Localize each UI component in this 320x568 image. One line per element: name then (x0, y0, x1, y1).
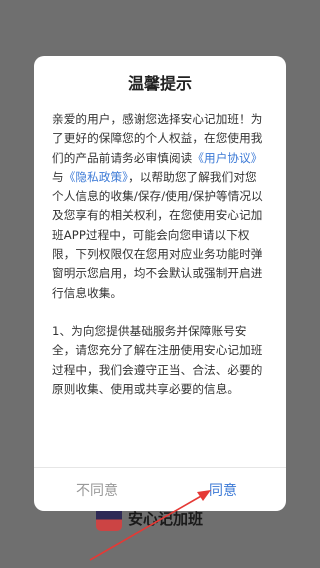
privacy-policy-link[interactable]: 《隐私政策》 (64, 170, 128, 184)
dialog-footer: 不同意 同意 (34, 467, 286, 511)
dialog-title: 温馨提示 (127, 74, 192, 93)
dialog-body: 亲爱的用户，感谢您选择安心记加班！为了更好的保障您的个人权益，在您使用我们的产品… (52, 110, 268, 418)
paragraph-1-text-b: 与 (52, 169, 64, 184)
agree-button[interactable]: 同意 (160, 468, 286, 511)
paragraph-1-text-c: ，以帮助您了解我们对您个人信息的收集/保存/使用/保护等情况以及您享有的相关权利… (52, 169, 263, 300)
dialog-paragraph-1: 亲爱的用户，感谢您选择安心记加班！为了更好的保障您的个人权益，在您使用我们的产品… (52, 110, 268, 303)
dialog-paragraph-2: 1、为向您提供基础服务并保障账号安全，请您充分了解在注册使用安心记加班过程中，我… (52, 323, 263, 396)
user-agreement-link[interactable]: 《用户协议》 (192, 151, 262, 165)
privacy-dialog: 温馨提示 亲爱的用户，感谢您选择安心记加班！为了更好的保障您的个人权益，在您使用… (34, 56, 286, 511)
disagree-button[interactable]: 不同意 (34, 468, 160, 511)
